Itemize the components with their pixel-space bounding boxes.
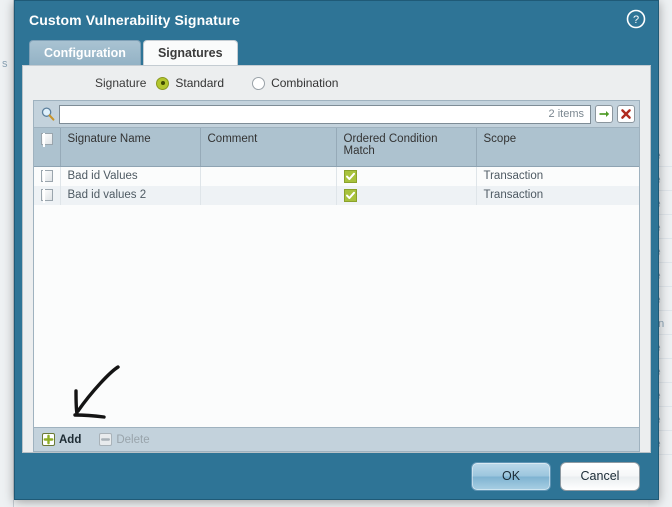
signature-type-label: Signature xyxy=(95,76,147,90)
cell-ordered-condition-match xyxy=(336,166,477,186)
table-row[interactable]: Bad id values 2 Transaction xyxy=(34,185,639,205)
radio-combination-icon[interactable] xyxy=(252,76,266,90)
column-header-ordered-condition-match[interactable]: Ordered Condition Match xyxy=(336,128,477,167)
cell-signature-name: Bad id Values xyxy=(60,166,201,186)
help-circle-icon[interactable]: ? xyxy=(626,9,646,29)
cell-ordered-condition-match xyxy=(336,185,477,205)
grid-search-toolbar: 2 items xyxy=(34,101,639,128)
cell-scope: Transaction xyxy=(476,185,639,205)
dialog-content-panel: Signature Standard Combination 2 items S… xyxy=(22,65,651,453)
custom-vulnerability-signature-dialog: Custom Vulnerability Signature ? Configu… xyxy=(14,0,659,500)
column-header-scope[interactable]: Scope xyxy=(476,128,639,167)
cell-comment xyxy=(200,166,337,186)
checkmark-icon xyxy=(343,169,357,183)
radio-standard-icon[interactable] xyxy=(156,76,170,90)
search-input[interactable] xyxy=(64,106,549,122)
dialog-footer: OK Cancel xyxy=(15,453,658,499)
svg-text:?: ? xyxy=(633,14,639,26)
background-left-text: s xyxy=(2,58,8,70)
tab-strip: Configuration Signatures xyxy=(15,39,658,65)
dialog-title: Custom Vulnerability Signature xyxy=(29,12,240,28)
search-field-wrapper[interactable]: 2 items xyxy=(59,104,591,124)
column-header-signature-name[interactable]: Signature Name xyxy=(60,128,201,167)
row-select-cell xyxy=(34,166,61,186)
search-clear-button[interactable] xyxy=(617,105,635,123)
radio-standard-label: Standard xyxy=(175,76,225,90)
tab-signatures-label: Signatures xyxy=(157,46,223,60)
minus-icon xyxy=(99,433,113,446)
background-left-strip xyxy=(0,0,14,507)
cell-scope: Transaction xyxy=(476,166,639,186)
dialog-titlebar: Custom Vulnerability Signature ? xyxy=(15,1,658,39)
magnifier-icon xyxy=(40,106,56,122)
column-header-comment[interactable]: Comment xyxy=(200,128,337,167)
cancel-button-label: Cancel xyxy=(580,469,620,483)
item-count-label: 2 items xyxy=(548,108,584,120)
plus-icon xyxy=(42,433,55,446)
select-all-header xyxy=(34,128,61,167)
ok-button-label: OK xyxy=(501,469,521,483)
table-header-row: Signature Name Comment Ordered Condition… xyxy=(34,128,639,167)
tab-configuration-label: Configuration xyxy=(44,46,126,60)
signatures-grid: 2 items Signature Name Comment Ordered C… xyxy=(33,100,640,452)
delete-button-label: Delete xyxy=(116,433,150,446)
cancel-button[interactable]: Cancel xyxy=(560,461,640,491)
cell-signature-name: Bad id values 2 xyxy=(60,185,201,205)
delete-button: Delete xyxy=(99,433,150,446)
add-button[interactable]: Add xyxy=(42,433,81,446)
tab-signatures[interactable]: Signatures xyxy=(142,40,238,65)
select-all-checkbox[interactable] xyxy=(41,133,53,147)
row-select-cell xyxy=(34,185,61,205)
add-button-label: Add xyxy=(59,433,82,446)
checkmark-icon xyxy=(343,188,357,202)
tab-configuration[interactable]: Configuration xyxy=(29,40,141,65)
signatures-table: Signature Name Comment Ordered Condition… xyxy=(34,128,639,205)
hand-drawn-arrow-annotation xyxy=(73,365,120,419)
cell-comment xyxy=(200,185,337,205)
table-row[interactable]: Bad id Values Transaction xyxy=(34,166,639,186)
signature-type-row: Signature Standard Combination xyxy=(23,66,650,100)
row-checkbox[interactable] xyxy=(41,169,53,184)
grid-empty-area xyxy=(34,204,639,427)
radio-combination-label: Combination xyxy=(271,76,339,90)
ok-button[interactable]: OK xyxy=(471,461,551,491)
row-checkbox[interactable] xyxy=(41,188,53,203)
grid-action-toolbar: Add Delete xyxy=(34,427,639,451)
radio-option-standard[interactable]: Standard xyxy=(156,76,224,90)
search-go-button[interactable] xyxy=(595,105,613,123)
radio-option-combination[interactable]: Combination xyxy=(252,76,338,90)
